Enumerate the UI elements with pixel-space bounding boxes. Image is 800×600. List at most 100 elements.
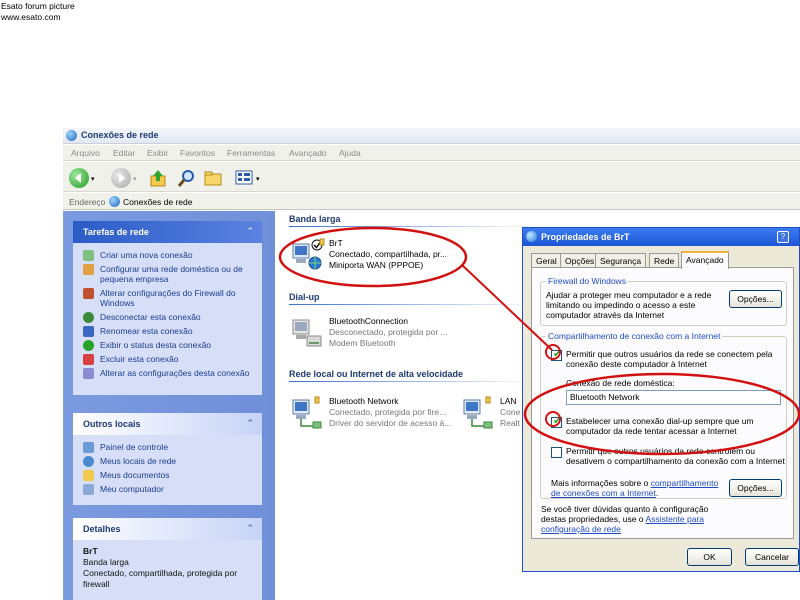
ics-legend: Compartilhamento de conexão com a Intern… (546, 331, 723, 341)
task-label: Criar uma nova conexão (100, 250, 193, 260)
tab-seguranca[interactable]: Segurança (595, 253, 647, 268)
firewall-options-button[interactable]: Opções... (729, 290, 782, 308)
connection-bluetooth-connection[interactable]: BluetoothConnection Desconectado, proteg… (289, 314, 479, 356)
back-dropdown-icon[interactable]: ▾ (91, 175, 95, 183)
place-item-my-computer[interactable]: Meu computador (83, 484, 256, 495)
forward-dropdown-icon[interactable]: ▾ (133, 175, 137, 183)
task-label: Renomear esta conexão (100, 326, 193, 336)
place-item-network-places[interactable]: Meus locais de rede (83, 456, 256, 467)
ics-help-link[interactable]: de conexões com a Internet (551, 488, 656, 498)
back-icon[interactable] (69, 168, 89, 188)
window-titlebar[interactable]: Conexões de rede (63, 128, 800, 144)
dialup-line: Estabelecer uma conexão dial-up sempre q… (566, 416, 754, 426)
lan-connection-icon (292, 396, 322, 429)
task-label: Exibir o status desta conexão (100, 340, 212, 350)
details-name: BrT (83, 546, 98, 556)
menu-exibir[interactable]: Exibir (147, 148, 168, 158)
group-divider (289, 304, 539, 305)
ok-button[interactable]: OK (687, 548, 732, 566)
task-item-change-settings[interactable]: Alterar as configurações desta conexão (83, 368, 256, 379)
network-globe-icon (526, 231, 537, 242)
wizard-hint: Se você tiver dúvidas quanto à configura… (541, 504, 708, 536)
connection-lan[interactable]: LAN Cone Realt (460, 394, 520, 436)
up-folder-icon[interactable] (149, 168, 167, 188)
disconnect-icon (83, 312, 94, 323)
task-item-status[interactable]: Exibir o status desta conexão (83, 340, 256, 351)
firewall-desc-line: computador através da Internet (546, 310, 665, 320)
status-icon (83, 340, 94, 351)
collapse-chevron-icon[interactable]: ⌃ (246, 523, 254, 534)
menu-avancado[interactable]: Avançado (289, 148, 327, 158)
help-button[interactable]: ? (777, 231, 789, 243)
details-status: Conectado, compartilhada, protegida por (83, 568, 238, 578)
menu-arquivo[interactable]: Arquivo (71, 148, 100, 158)
network-wizard-link[interactable]: configuração de rede (541, 524, 621, 534)
allow-sharing-checkbox[interactable] (551, 349, 562, 361)
views-dropdown-icon[interactable]: ▾ (256, 175, 260, 183)
task-label: Alterar configurações do Firewall do Win… (100, 288, 236, 308)
tab-geral[interactable]: Geral (531, 253, 562, 268)
allow-sharing-line: Permitir que outros usuários da rede se … (566, 349, 773, 359)
task-item-firewall[interactable]: Alterar configurações do Firewall do Win… (83, 288, 256, 308)
group-title-lan: Rede local ou Internet de alta velocidad… (289, 369, 464, 379)
folders-icon[interactable] (203, 168, 223, 188)
menu-ferramentas[interactable]: Ferramentas (227, 148, 275, 158)
network-wizard-link[interactable]: Assistente para (645, 514, 704, 524)
search-icon[interactable] (177, 168, 197, 188)
rename-icon (83, 326, 94, 337)
details-header[interactable]: Detalhes ⌃ (73, 518, 262, 540)
allow-control-line: Permitir que outros usuários da rede con… (566, 446, 755, 456)
address-value[interactable]: Conexões de rede (123, 197, 192, 207)
menu-favoritos[interactable]: Favoritos (180, 148, 215, 158)
cancel-button[interactable]: Cancelar (745, 548, 799, 566)
firewall-group: Firewall do Windows Ajudar a proteger me… (540, 276, 787, 326)
network-globe-icon (66, 130, 77, 141)
menu-ajuda[interactable]: Ajuda (339, 148, 361, 158)
control-panel-icon (83, 442, 94, 453)
collapse-chevron-icon[interactable]: ⌃ (246, 418, 254, 429)
connection-device: Modem Bluetooth (329, 338, 396, 348)
task-item-new-connection[interactable]: Criar uma nova conexão (83, 250, 256, 261)
ics-more-info: Mais informações sobre o compartilhament… (551, 478, 718, 498)
dialup-on-demand-checkbox[interactable] (551, 416, 562, 428)
task-label: Desconectar esta conexão (100, 312, 201, 322)
network-tasks-header[interactable]: Tarefas de rede ⌃ (73, 221, 262, 243)
firewall-desc-line: limitando ou impedindo o acesso a este (546, 300, 696, 310)
advanced-tab-page: Firewall do Windows Ajudar a proteger me… (531, 267, 794, 539)
more-info-text: . (655, 488, 659, 498)
other-places-header[interactable]: Outros locais ⌃ (73, 413, 262, 435)
dialog-titlebar[interactable]: Propriedades de BrT ? (523, 228, 799, 246)
allow-control-checkbox[interactable] (551, 447, 562, 458)
lan-connection-icon (463, 396, 493, 429)
connection-device: Miniporta WAN (PPPOE) (329, 260, 424, 270)
connection-name: LAN (500, 396, 517, 406)
connection-bluetooth-network[interactable]: Bluetooth Network Conectado, protegida p… (289, 394, 479, 436)
ics-help-link[interactable]: compartilhamento (651, 478, 719, 488)
details-panel: Detalhes ⌃ BrT Banda larga Conectado, co… (73, 518, 262, 600)
task-item-home-network[interactable]: Configurar uma rede doméstica ou de pequ… (83, 264, 256, 284)
place-item-control-panel[interactable]: Painel de controle (83, 442, 256, 453)
toolbar: ▾ ▾ ▾ (63, 162, 800, 192)
connection-brt[interactable]: BrT Conectado, compartilhada, pr... Mini… (289, 236, 479, 278)
firewall-desc-line: Ajudar a proteger meu computador e a red… (546, 290, 712, 300)
tab-rede[interactable]: Rede (649, 253, 680, 268)
task-item-rename[interactable]: Renomear esta conexão (83, 326, 256, 337)
tab-avancado[interactable]: Avançado (681, 251, 729, 269)
menu-bar: Arquivo Editar Exibir Favoritos Ferramen… (63, 145, 800, 161)
collapse-chevron-icon[interactable]: ⌃ (246, 226, 254, 237)
menu-editar[interactable]: Editar (113, 148, 135, 158)
task-item-disconnect[interactable]: Desconectar esta conexão (83, 312, 256, 323)
broadband-connection-icon (292, 238, 325, 270)
forward-icon[interactable] (111, 168, 131, 188)
home-network-select[interactable]: Bluetooth Network (566, 390, 781, 405)
views-icon[interactable] (235, 169, 255, 187)
place-item-my-documents[interactable]: Meus documentos (83, 470, 256, 481)
group-title-broadband: Banda larga (289, 214, 341, 224)
allow-sharing-line: conexão deste computador à Internet (566, 359, 707, 369)
ics-options-button[interactable]: Opções... (729, 479, 782, 497)
home-network-icon (83, 264, 94, 275)
task-item-delete[interactable]: Excluir esta conexão (83, 354, 256, 365)
tab-opcoes[interactable]: Opções (560, 253, 600, 268)
place-label: Meus documentos (100, 470, 170, 480)
more-info-text: Mais informações sobre o (551, 478, 651, 488)
